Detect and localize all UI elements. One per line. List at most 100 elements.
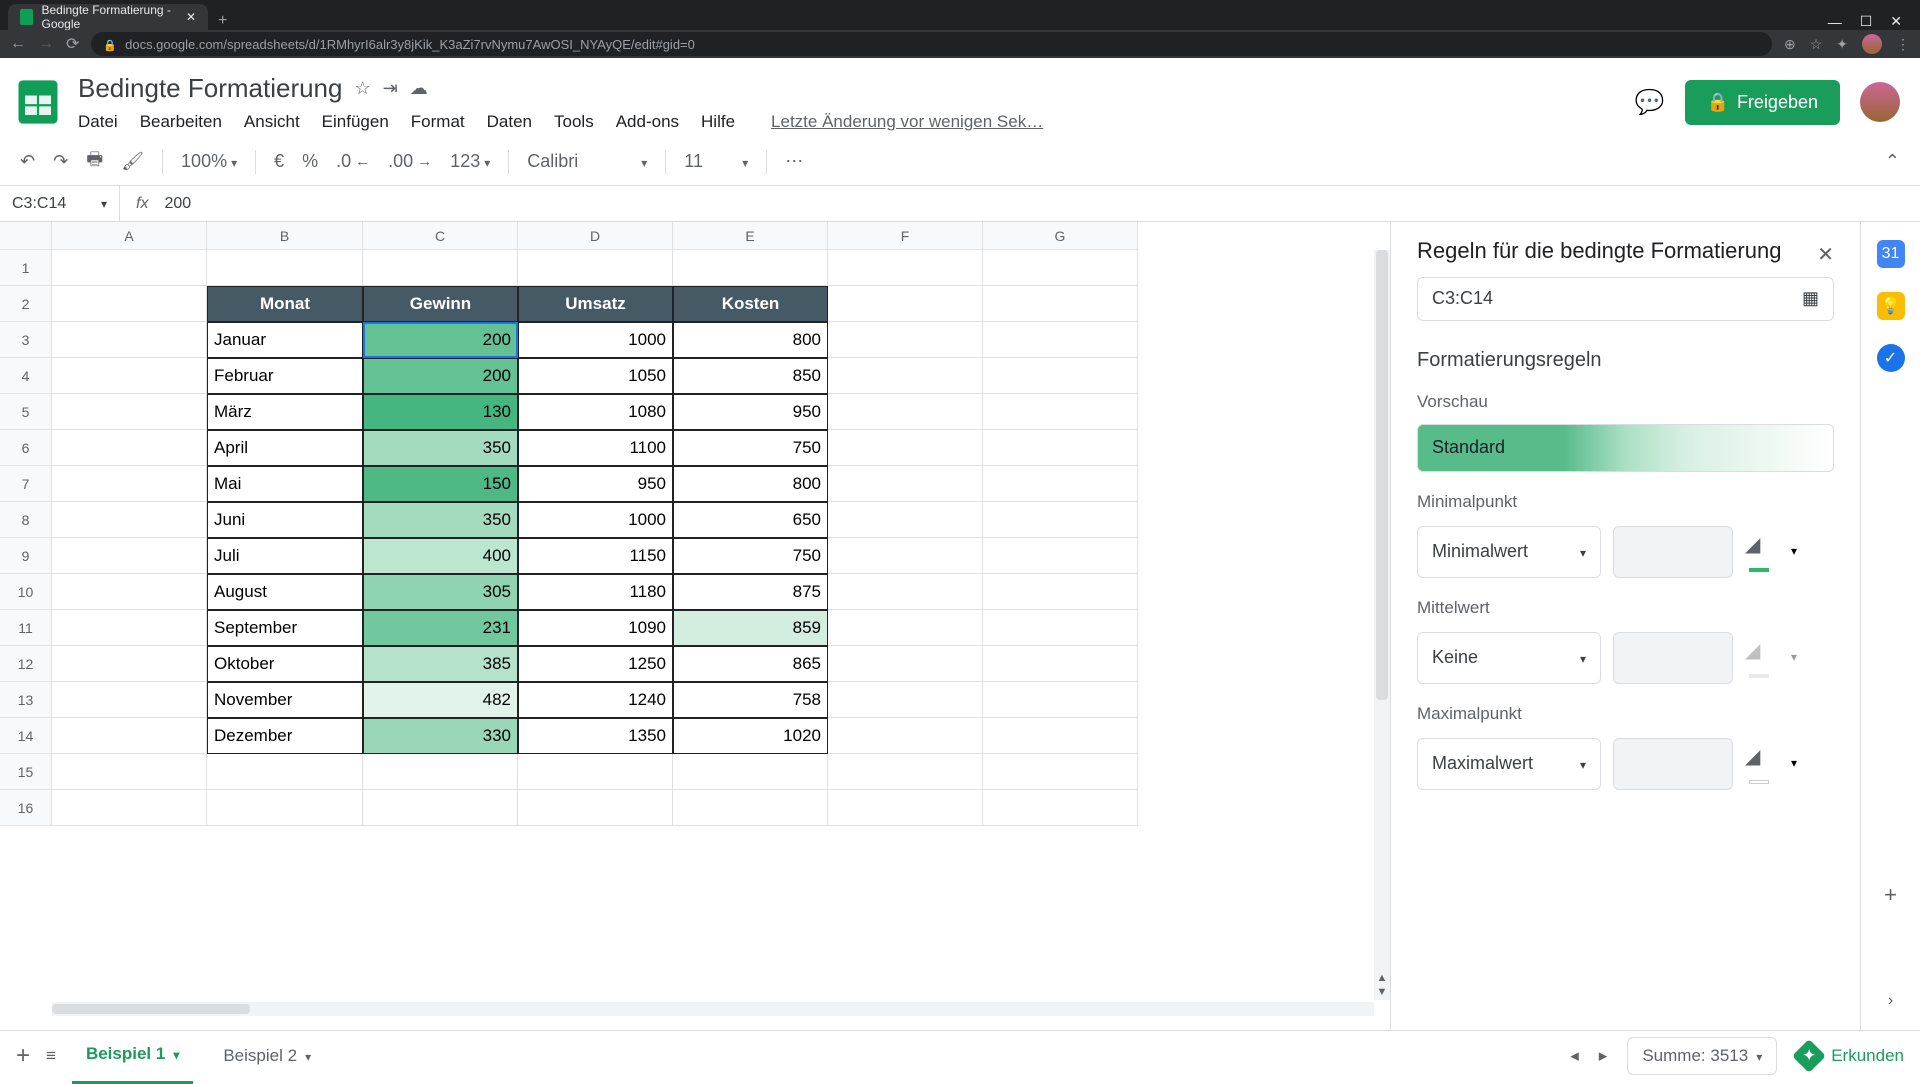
cell[interactable] [52,466,207,502]
cell[interactable]: 350 [363,430,518,466]
cell[interactable] [52,394,207,430]
print-icon[interactable]: 🖶 [86,147,103,177]
cell[interactable] [828,538,983,574]
cell[interactable] [983,502,1138,538]
maxpoint-color-picker[interactable]: ◢ [1745,744,1785,784]
cell[interactable] [983,718,1138,754]
menu-einfügen[interactable]: Einfügen [322,112,389,132]
row-header[interactable]: 13 [0,682,52,718]
zoom-select[interactable]: 100% [181,151,237,172]
cell[interactable]: 130 [363,394,518,430]
cell[interactable]: 231 [363,610,518,646]
cell[interactable]: 1180 [518,574,673,610]
cell[interactable] [983,286,1138,322]
horizontal-scrollbar[interactable] [52,1002,1374,1016]
row-header[interactable]: 16 [0,790,52,826]
cell[interactable]: 1080 [518,394,673,430]
menu-tools[interactable]: Tools [554,112,594,132]
cell[interactable] [983,358,1138,394]
collapse-rail-icon[interactable]: › [1888,992,1893,1010]
cell[interactable]: 330 [363,718,518,754]
format-percent[interactable]: % [302,151,318,172]
cell[interactable] [828,394,983,430]
share-button[interactable]: 🔒 Freigeben [1685,80,1840,125]
profile-avatar-small[interactable] [1862,34,1882,54]
vertical-scrollbar[interactable]: ▲▼ [1374,250,1390,1000]
sheet-tab[interactable]: Beispiel 2 [209,1038,325,1074]
keep-icon[interactable]: 💡 [1877,292,1905,320]
cell[interactable]: 400 [363,538,518,574]
cell[interactable]: 1020 [673,718,828,754]
cell[interactable]: Mai [207,466,363,502]
cell[interactable] [983,646,1138,682]
row-header[interactable]: 15 [0,754,52,790]
cell[interactable] [518,754,673,790]
close-panel-icon[interactable]: ✕ [1817,242,1834,267]
cell[interactable]: 850 [673,358,828,394]
more-toolbar-icon[interactable]: ⋯ [785,151,803,172]
cell[interactable]: 350 [363,502,518,538]
font-size-select[interactable]: 11 [684,151,748,172]
cell[interactable] [828,682,983,718]
menu-bearbeiten[interactable]: Bearbeiten [140,112,222,132]
quicksum-box[interactable]: Summe: 3513 [1627,1037,1777,1075]
cell[interactable] [52,574,207,610]
column-header[interactable]: G [983,222,1138,250]
midpoint-select[interactable]: Keine [1417,632,1601,684]
cell[interactable]: 875 [673,574,828,610]
cell[interactable] [828,718,983,754]
cloud-icon[interactable]: ☁ [410,78,428,99]
cell[interactable] [52,718,207,754]
cell[interactable] [52,430,207,466]
cell[interactable] [363,754,518,790]
sheet-tab-active[interactable]: Beispiel 1 [72,1036,193,1075]
cell[interactable]: Umsatz [518,286,673,322]
row-header[interactable]: 3 [0,322,52,358]
minpoint-color-picker[interactable]: ◢ [1745,532,1785,572]
cell[interactable] [828,574,983,610]
cell[interactable] [828,466,983,502]
column-header[interactable]: C [363,222,518,250]
menu-datei[interactable]: Datei [78,112,118,132]
cell[interactable] [518,790,673,826]
cell[interactable] [52,250,207,286]
row-header[interactable]: 14 [0,718,52,754]
bookmark-icon[interactable]: ☆ [1810,36,1823,53]
column-header[interactable]: A [52,222,207,250]
decrease-decimal[interactable]: .0← [336,151,370,172]
cell[interactable] [52,502,207,538]
browser-tab[interactable]: Bedingte Formatierung - Google ✕ [8,4,208,30]
cell[interactable]: Oktober [207,646,363,682]
cell[interactable] [828,790,983,826]
add-addon-icon[interactable]: + [1884,882,1897,908]
cell[interactable]: 865 [673,646,828,682]
maxpoint-select[interactable]: Maximalwert [1417,738,1601,790]
cell[interactable]: 1100 [518,430,673,466]
cell[interactable] [828,286,983,322]
maximize-icon[interactable]: ☐ [1860,13,1873,30]
cell[interactable] [52,754,207,790]
minpoint-value-input[interactable] [1613,526,1733,578]
cell[interactable]: April [207,430,363,466]
cell[interactable]: 750 [673,538,828,574]
menu-format[interactable]: Format [411,112,465,132]
cell[interactable] [983,538,1138,574]
cell[interactable]: 950 [673,394,828,430]
cell[interactable]: 150 [363,466,518,502]
cell[interactable] [363,790,518,826]
cell[interactable] [207,250,363,286]
cell[interactable]: 1000 [518,322,673,358]
scroll-tabs-left-icon[interactable]: ◂ [1570,1046,1579,1066]
redo-icon[interactable]: ↷ [53,151,68,172]
reload-icon[interactable]: ⟳ [66,34,79,54]
cell[interactable]: 1240 [518,682,673,718]
cell[interactable] [52,646,207,682]
cell[interactable] [983,466,1138,502]
cell[interactable] [52,322,207,358]
last-edit-link[interactable]: Letzte Änderung vor wenigen Sek… [771,112,1043,132]
browser-menu-icon[interactable]: ⋮ [1896,36,1910,53]
cell[interactable]: 800 [673,322,828,358]
cell[interactable] [983,610,1138,646]
cell[interactable]: Gewinn [363,286,518,322]
maxpoint-value-input[interactable] [1613,738,1733,790]
